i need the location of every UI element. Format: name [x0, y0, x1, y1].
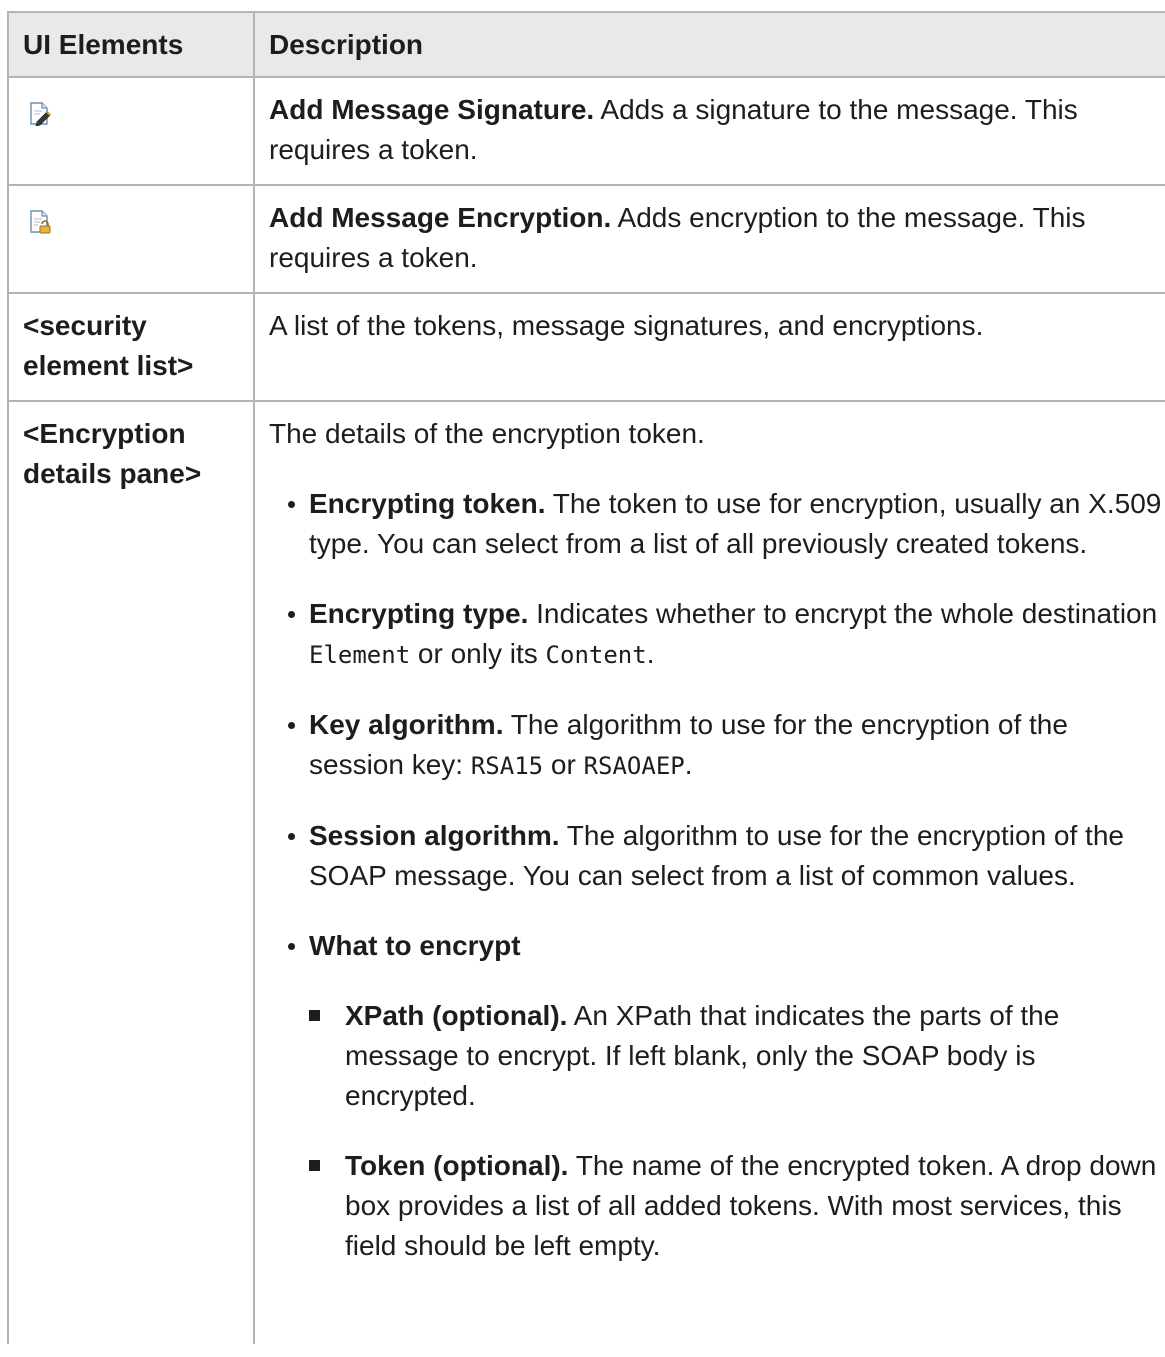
table-row-add-encryption: Add Message Encryption. Adds encryption … [7, 184, 1165, 294]
encryption-options-list: Encrypting token. The token to use for e… [269, 484, 1165, 1266]
encryption-pane-label: <Encryption details pane> [7, 400, 255, 1344]
code-rsaoaep: RSAOAEP [583, 752, 685, 780]
sub-list-item: XPath (optional). An XPath that indicate… [309, 996, 1165, 1116]
code-content: Content [545, 641, 647, 669]
item-title: Session algorithm. [309, 820, 560, 851]
signature-title: Add Message Signature. [269, 94, 595, 125]
list-item: Key algorithm. The algorithm to use for … [269, 705, 1165, 786]
subitem-title: XPath (optional). [345, 1000, 568, 1031]
subitem-title: Token (optional). [345, 1150, 569, 1181]
table-header-row: UI Elements Description [7, 11, 1165, 78]
encryption-title: Add Message Encryption. [269, 202, 612, 233]
item-title: Encrypting token. [309, 488, 546, 519]
item-title: Encrypting type. [309, 598, 529, 629]
item-text: . [684, 749, 693, 780]
item-title: Key algorithm. [309, 709, 504, 740]
description-cell: Add Message Encryption. Adds encryption … [253, 184, 1165, 294]
table-row-add-signature: Add Message Signature. Adds a signature … [7, 76, 1165, 186]
header-description: Description [253, 11, 1165, 78]
header-ui-elements: UI Elements [7, 11, 255, 78]
ui-elements-table: UI Elements Description Add Message Sign… [7, 11, 1165, 1344]
item-title: What to encrypt [309, 930, 521, 961]
ui-element-cell [7, 76, 255, 186]
description-cell: Add Message Signature. Adds a signature … [253, 76, 1165, 186]
list-item: Session algorithm. The algorithm to use … [269, 816, 1165, 896]
what-to-encrypt-sublist: XPath (optional). An XPath that indicate… [309, 996, 1165, 1266]
item-text: . [646, 638, 655, 669]
security-list-description: A list of the tokens, message signatures… [253, 292, 1165, 402]
table-row-encryption-pane: <Encryption details pane> The details of… [7, 400, 1165, 1344]
item-text: or [543, 749, 584, 780]
list-item: Encrypting type. Indicates whether to en… [269, 594, 1165, 675]
encryption-pane-intro: The details of the encryption token. [269, 418, 705, 449]
item-text: or only its [410, 638, 546, 669]
encryption-pane-description: The details of the encryption token. Enc… [253, 400, 1165, 1344]
security-list-label: <security element list> [7, 292, 255, 402]
code-element: Element [309, 641, 411, 669]
add-message-signature-icon [28, 97, 52, 127]
table-row-security-list: <security element list> A list of the to… [7, 292, 1165, 402]
add-message-encryption-icon [28, 205, 52, 234]
ui-element-cell [7, 184, 255, 294]
code-rsa15: RSA15 [470, 752, 544, 780]
item-text: Indicates whether to encrypt the whole d… [528, 598, 1158, 629]
list-item: What to encrypt XPath (optional). An XPa… [269, 926, 1165, 1266]
sub-list-item: Token (optional). The name of the encryp… [309, 1146, 1165, 1266]
list-item: Encrypting token. The token to use for e… [269, 484, 1165, 564]
